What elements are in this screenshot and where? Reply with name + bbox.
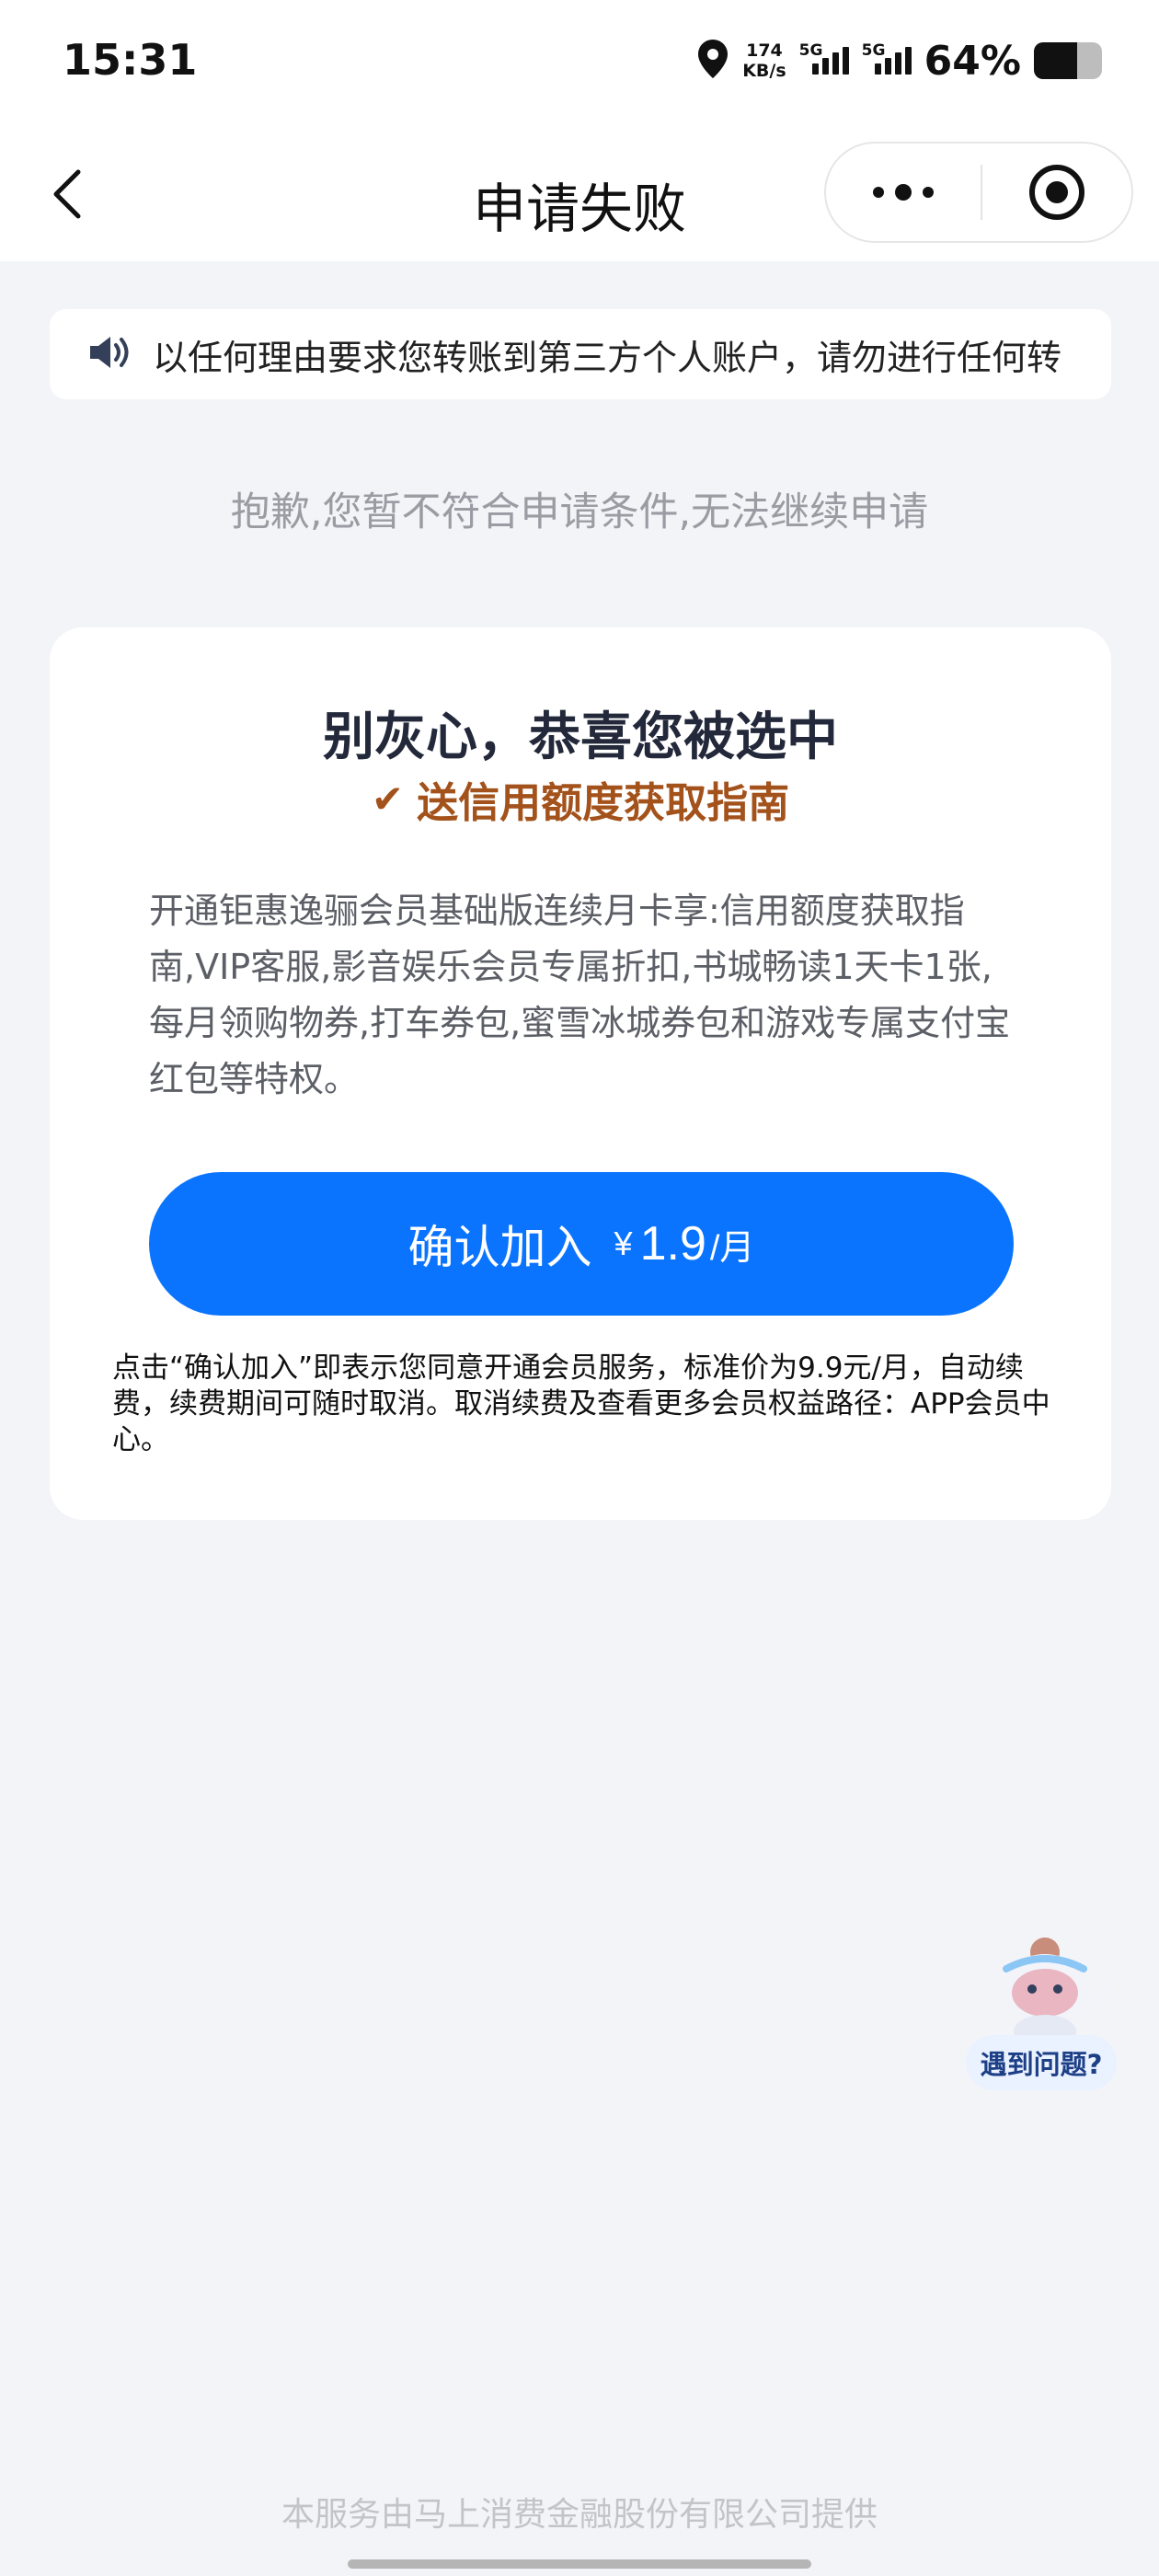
status-indicators: 174 KB/s 5G 5G 64% (696, 33, 1102, 88)
battery-percent: 64% (924, 37, 1021, 85)
footer-provider: 本服务由马上消费金融股份有限公司提供 (281, 2496, 878, 2534)
signal-icon: 5G (799, 41, 849, 75)
close-mini-program-button[interactable] (982, 144, 1131, 241)
check-icon: ✔ (371, 776, 405, 822)
sim2-label: 5G (861, 41, 886, 60)
terms-text: 点击“确认加入”即表示您同意开通会员服务，标准价为9.9元/月，自动续费，续费期… (112, 1351, 1050, 1456)
net-speed-unit: KB/s (742, 61, 786, 81)
card-subtitle: ✔ 送信用额度获取指南 (50, 769, 1111, 829)
signal-icon: 5G (862, 41, 912, 75)
sim1-label: 5G (798, 41, 823, 60)
close-mini-program-icon (1029, 165, 1084, 220)
net-speed-value: 174 (746, 40, 783, 61)
nav-bar: 申请失败 (0, 129, 1159, 261)
status-bar: 15:31 174 KB/s 5G 5G 64% (0, 0, 1159, 129)
price: 1.9 (639, 1217, 706, 1271)
currency-symbol: ¥ (614, 1225, 633, 1262)
more-icon (873, 187, 884, 198)
speaker-icon (88, 334, 132, 374)
location-icon (696, 38, 729, 84)
help-label: 遇到问题? (966, 2035, 1117, 2090)
card-subtitle-text: 送信用额度获取指南 (417, 778, 790, 827)
confirm-label: 确认加入 (407, 1222, 592, 1273)
confirm-join-button[interactable]: 确认加入 ¥ 1.9 /月 (149, 1172, 1014, 1316)
home-indicator[interactable] (348, 2559, 811, 2569)
notice-banner: 以任何理由要求您转账到第三方个人账户，请勿进行任何转 (50, 309, 1111, 399)
notice-text: 以任何理由要求您转账到第三方个人账户，请勿进行任何转 (153, 337, 1062, 378)
mini-program-capsule (824, 142, 1133, 243)
battery-icon (1034, 42, 1102, 79)
card-title: 别灰心，恭喜您被选中 (323, 707, 838, 767)
net-speed: 174 KB/s (742, 40, 786, 81)
mascot-icon (1003, 1938, 1111, 2048)
help-widget[interactable]: 遇到问题? (957, 1932, 1122, 2099)
more-button[interactable] (826, 144, 981, 241)
price-unit: /月 (709, 1228, 755, 1268)
card-description: 开通钜惠逸骊会员基础版连续月卡享:信用额度获取指南,VIP客服,影音娱乐会员专属… (149, 891, 1011, 1099)
status-time: 15:31 (63, 35, 198, 85)
membership-card: 别灰心，恭喜您被选中 ✔ 送信用额度获取指南 开通钜惠逸骊会员基础版连续月卡享:… (50, 627, 1111, 1520)
sorry-message: 抱歉,您暂不符合申请条件,无法继续申请 (230, 489, 929, 535)
